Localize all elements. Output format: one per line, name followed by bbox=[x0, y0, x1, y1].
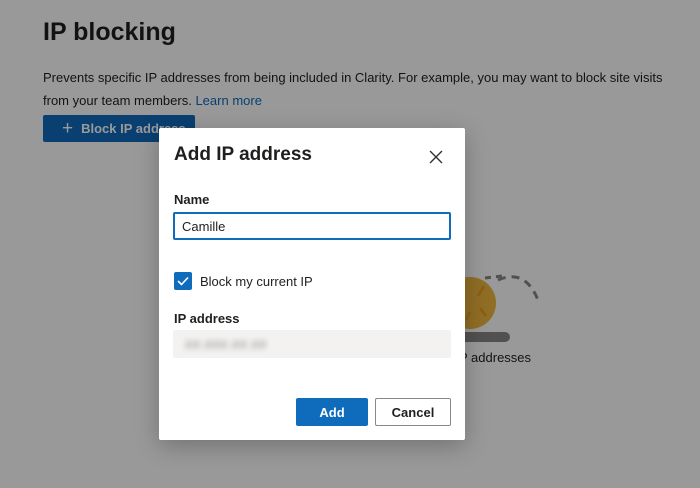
ip-address-field: ##.###.##.## bbox=[173, 330, 451, 358]
add-button[interactable]: Add bbox=[296, 398, 368, 426]
close-icon bbox=[429, 150, 443, 164]
checkmark-icon bbox=[177, 276, 189, 286]
name-input[interactable] bbox=[173, 212, 451, 240]
block-current-ip-checkbox-row[interactable]: Block my current IP bbox=[174, 272, 313, 290]
block-current-ip-label: Block my current IP bbox=[200, 273, 313, 289]
cancel-button[interactable]: Cancel bbox=[375, 398, 451, 426]
close-button[interactable] bbox=[425, 146, 447, 168]
name-label: Name bbox=[174, 192, 210, 207]
ip-address-value: ##.###.##.## bbox=[185, 336, 267, 352]
dialog-title: Add IP address bbox=[174, 144, 312, 165]
block-current-ip-checkbox[interactable] bbox=[174, 272, 192, 290]
ip-address-label: IP address bbox=[174, 311, 240, 326]
add-ip-dialog: Add IP address Name Block my current IP … bbox=[159, 128, 465, 440]
